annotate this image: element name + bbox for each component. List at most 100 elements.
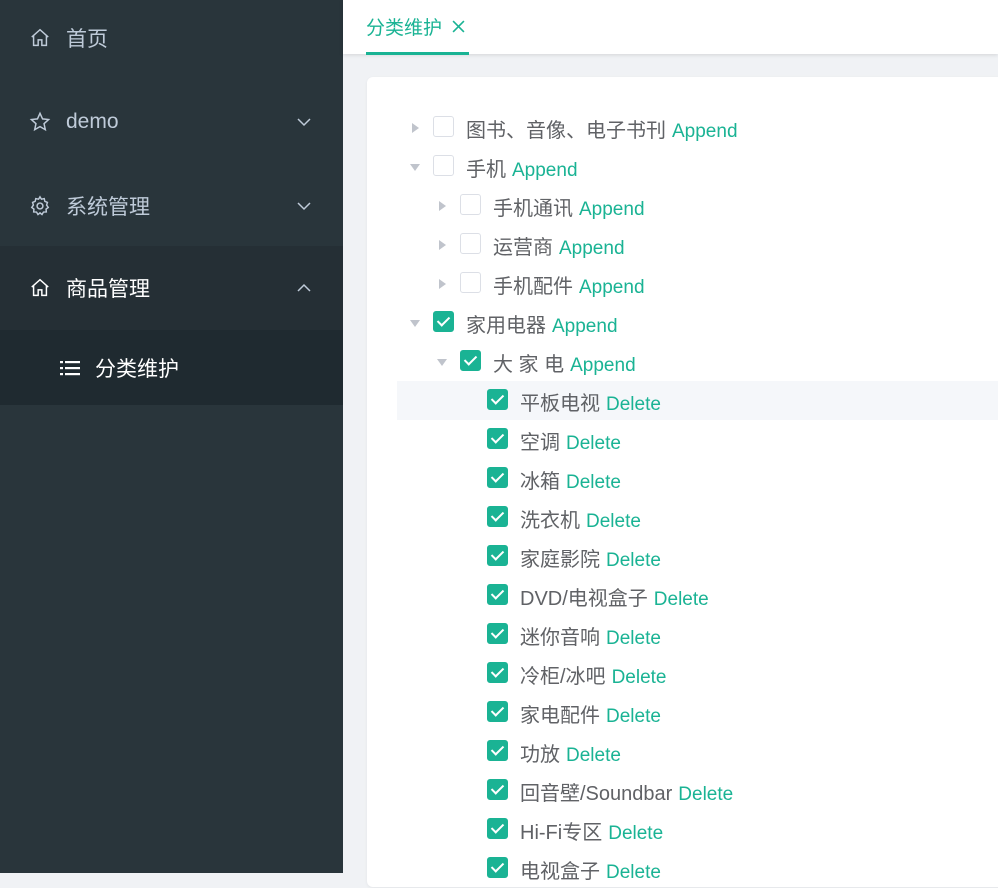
delete-link[interactable]: Delete	[654, 589, 709, 610]
tree-node-label: 手机通讯	[493, 198, 573, 220]
append-link[interactable]: Append	[672, 121, 738, 142]
tab-label: 分类维护	[366, 17, 443, 39]
tree-node[interactable]: 运营商 Append	[397, 225, 998, 264]
tree-node-label-wrap: 迷你音响 Delete	[520, 621, 661, 650]
tree-checkbox[interactable]	[487, 818, 508, 839]
tree-node-label: 空调	[520, 432, 560, 454]
sidebar-subitem-category[interactable]: 分类维护	[0, 330, 343, 405]
caret-right-icon[interactable]	[439, 279, 446, 289]
sidebar-item-label: 商品管理	[66, 278, 150, 301]
sidebar: 首页 demo 系统管理 商品管理 分类维护	[0, 0, 343, 873]
append-link[interactable]: Append	[552, 316, 618, 337]
sidebar-item-label: 系统管理	[66, 196, 150, 219]
tree-node[interactable]: 功放 Delete	[397, 732, 998, 771]
delete-link[interactable]: Delete	[608, 823, 663, 844]
tree-node[interactable]: 电视盒子 Delete	[397, 849, 998, 888]
append-link[interactable]: Append	[512, 160, 578, 181]
delete-link[interactable]: Delete	[606, 394, 661, 415]
tree-checkbox[interactable]	[433, 311, 454, 332]
tree-node[interactable]: 冰箱 Delete	[397, 459, 998, 498]
tree-node[interactable]: 迷你音响 Delete	[397, 615, 998, 654]
delete-link[interactable]: Delete	[566, 745, 621, 766]
tree-node[interactable]: 家电配件 Delete	[397, 693, 998, 732]
append-link[interactable]: Append	[570, 355, 636, 376]
tree-node[interactable]: 手机通讯 Append	[397, 186, 998, 225]
tree-node[interactable]: 手机 Append	[397, 147, 998, 186]
tree-checkbox[interactable]	[460, 350, 481, 371]
delete-link[interactable]: Delete	[606, 628, 661, 649]
tree-checkbox[interactable]	[487, 623, 508, 644]
tree-checkbox[interactable]	[487, 662, 508, 683]
tree-node-label: 手机配件	[493, 276, 573, 298]
caret-right-icon[interactable]	[439, 240, 446, 250]
delete-link[interactable]: Delete	[678, 784, 733, 805]
tree-node[interactable]: 洗衣机 Delete	[397, 498, 998, 537]
tree-node[interactable]: DVD/电视盒子 Delete	[397, 576, 998, 615]
tree-checkbox[interactable]	[487, 857, 508, 878]
tree-checkbox[interactable]	[460, 194, 481, 215]
tree-checkbox[interactable]	[487, 467, 508, 488]
tree-checkbox[interactable]	[487, 506, 508, 527]
tree-node-label: 图书、音像、电子书刊	[466, 120, 666, 142]
sidebar-item-home[interactable]: 首页	[0, 0, 343, 80]
caret-down-icon[interactable]	[437, 359, 447, 366]
append-link[interactable]: Append	[579, 199, 645, 220]
delete-link[interactable]: Delete	[566, 433, 621, 454]
tree-node[interactable]: 大 家 电 Append	[397, 342, 998, 381]
append-link[interactable]: Append	[579, 277, 645, 298]
tree-node-label: 冷柜/冰吧	[520, 666, 606, 688]
tree-node[interactable]: 手机配件 Append	[397, 264, 998, 303]
tree-node-label: 冰箱	[520, 471, 560, 493]
tree-node[interactable]: 平板电视 Delete	[397, 381, 998, 420]
tree-node[interactable]: 空调 Delete	[397, 420, 998, 459]
delete-link[interactable]: Delete	[612, 667, 667, 688]
tree-node-label-wrap: 手机 Append	[466, 153, 578, 182]
tree-node-label: 家庭影院	[520, 549, 600, 571]
append-link[interactable]: Append	[559, 238, 625, 259]
tree-checkbox[interactable]	[433, 116, 454, 137]
sidebar-item-system[interactable]: 系统管理	[0, 164, 343, 248]
tree-checkbox[interactable]	[487, 584, 508, 605]
tree-node[interactable]: 回音壁/Soundbar Delete	[397, 771, 998, 810]
tree-checkbox[interactable]	[487, 779, 508, 800]
tree-node[interactable]: 图书、音像、电子书刊 Append	[397, 108, 998, 147]
tree-node[interactable]: 家用电器 Append	[397, 303, 998, 342]
delete-link[interactable]: Delete	[566, 472, 621, 493]
caret-right-icon[interactable]	[412, 123, 419, 133]
tree-node[interactable]: 冷柜/冰吧 Delete	[397, 654, 998, 693]
tree-node[interactable]: 家庭影院 Delete	[397, 537, 998, 576]
tree-node-label: 功放	[520, 744, 560, 766]
delete-link[interactable]: Delete	[606, 706, 661, 727]
close-icon[interactable]	[452, 20, 465, 33]
caret-right-icon[interactable]	[439, 201, 446, 211]
tab-category[interactable]: 分类维护	[366, 0, 470, 55]
tree-node-label-wrap: 大 家 电 Append	[493, 348, 636, 377]
delete-link[interactable]: Delete	[586, 511, 641, 532]
sidebar-item-demo[interactable]: demo	[0, 80, 343, 164]
tree-checkbox[interactable]	[487, 545, 508, 566]
tree-checkbox[interactable]	[460, 272, 481, 293]
tree-node-label: Hi-Fi专区	[520, 822, 603, 844]
caret-down-icon[interactable]	[410, 164, 420, 171]
delete-link[interactable]: Delete	[606, 550, 661, 571]
sidebar-subitem-label: 分类维护	[95, 357, 179, 381]
chevron-down-icon	[297, 202, 311, 211]
tree-checkbox[interactable]	[487, 428, 508, 449]
tree-node-label: 家用电器	[466, 315, 546, 337]
tree-node[interactable]: Hi-Fi专区 Delete	[397, 810, 998, 849]
tree-node-label-wrap: 回音壁/Soundbar Delete	[520, 777, 733, 806]
tree-checkbox[interactable]	[487, 389, 508, 410]
sidebar-item-goods[interactable]: 商品管理	[0, 246, 343, 330]
tree-node-label-wrap: 家电配件 Delete	[520, 699, 661, 728]
tree-checkbox[interactable]	[460, 233, 481, 254]
tree-checkbox[interactable]	[433, 155, 454, 176]
tree-node-label-wrap: 手机配件 Append	[493, 270, 645, 299]
home-icon	[28, 276, 52, 300]
chevron-up-icon	[297, 283, 311, 292]
tree-node-label: 手机	[466, 159, 506, 181]
caret-down-icon[interactable]	[410, 320, 420, 327]
tree-node-label: 运营商	[493, 237, 553, 259]
tree-checkbox[interactable]	[487, 701, 508, 722]
tree-checkbox[interactable]	[487, 740, 508, 761]
tree-node-label-wrap: 功放 Delete	[520, 738, 621, 767]
